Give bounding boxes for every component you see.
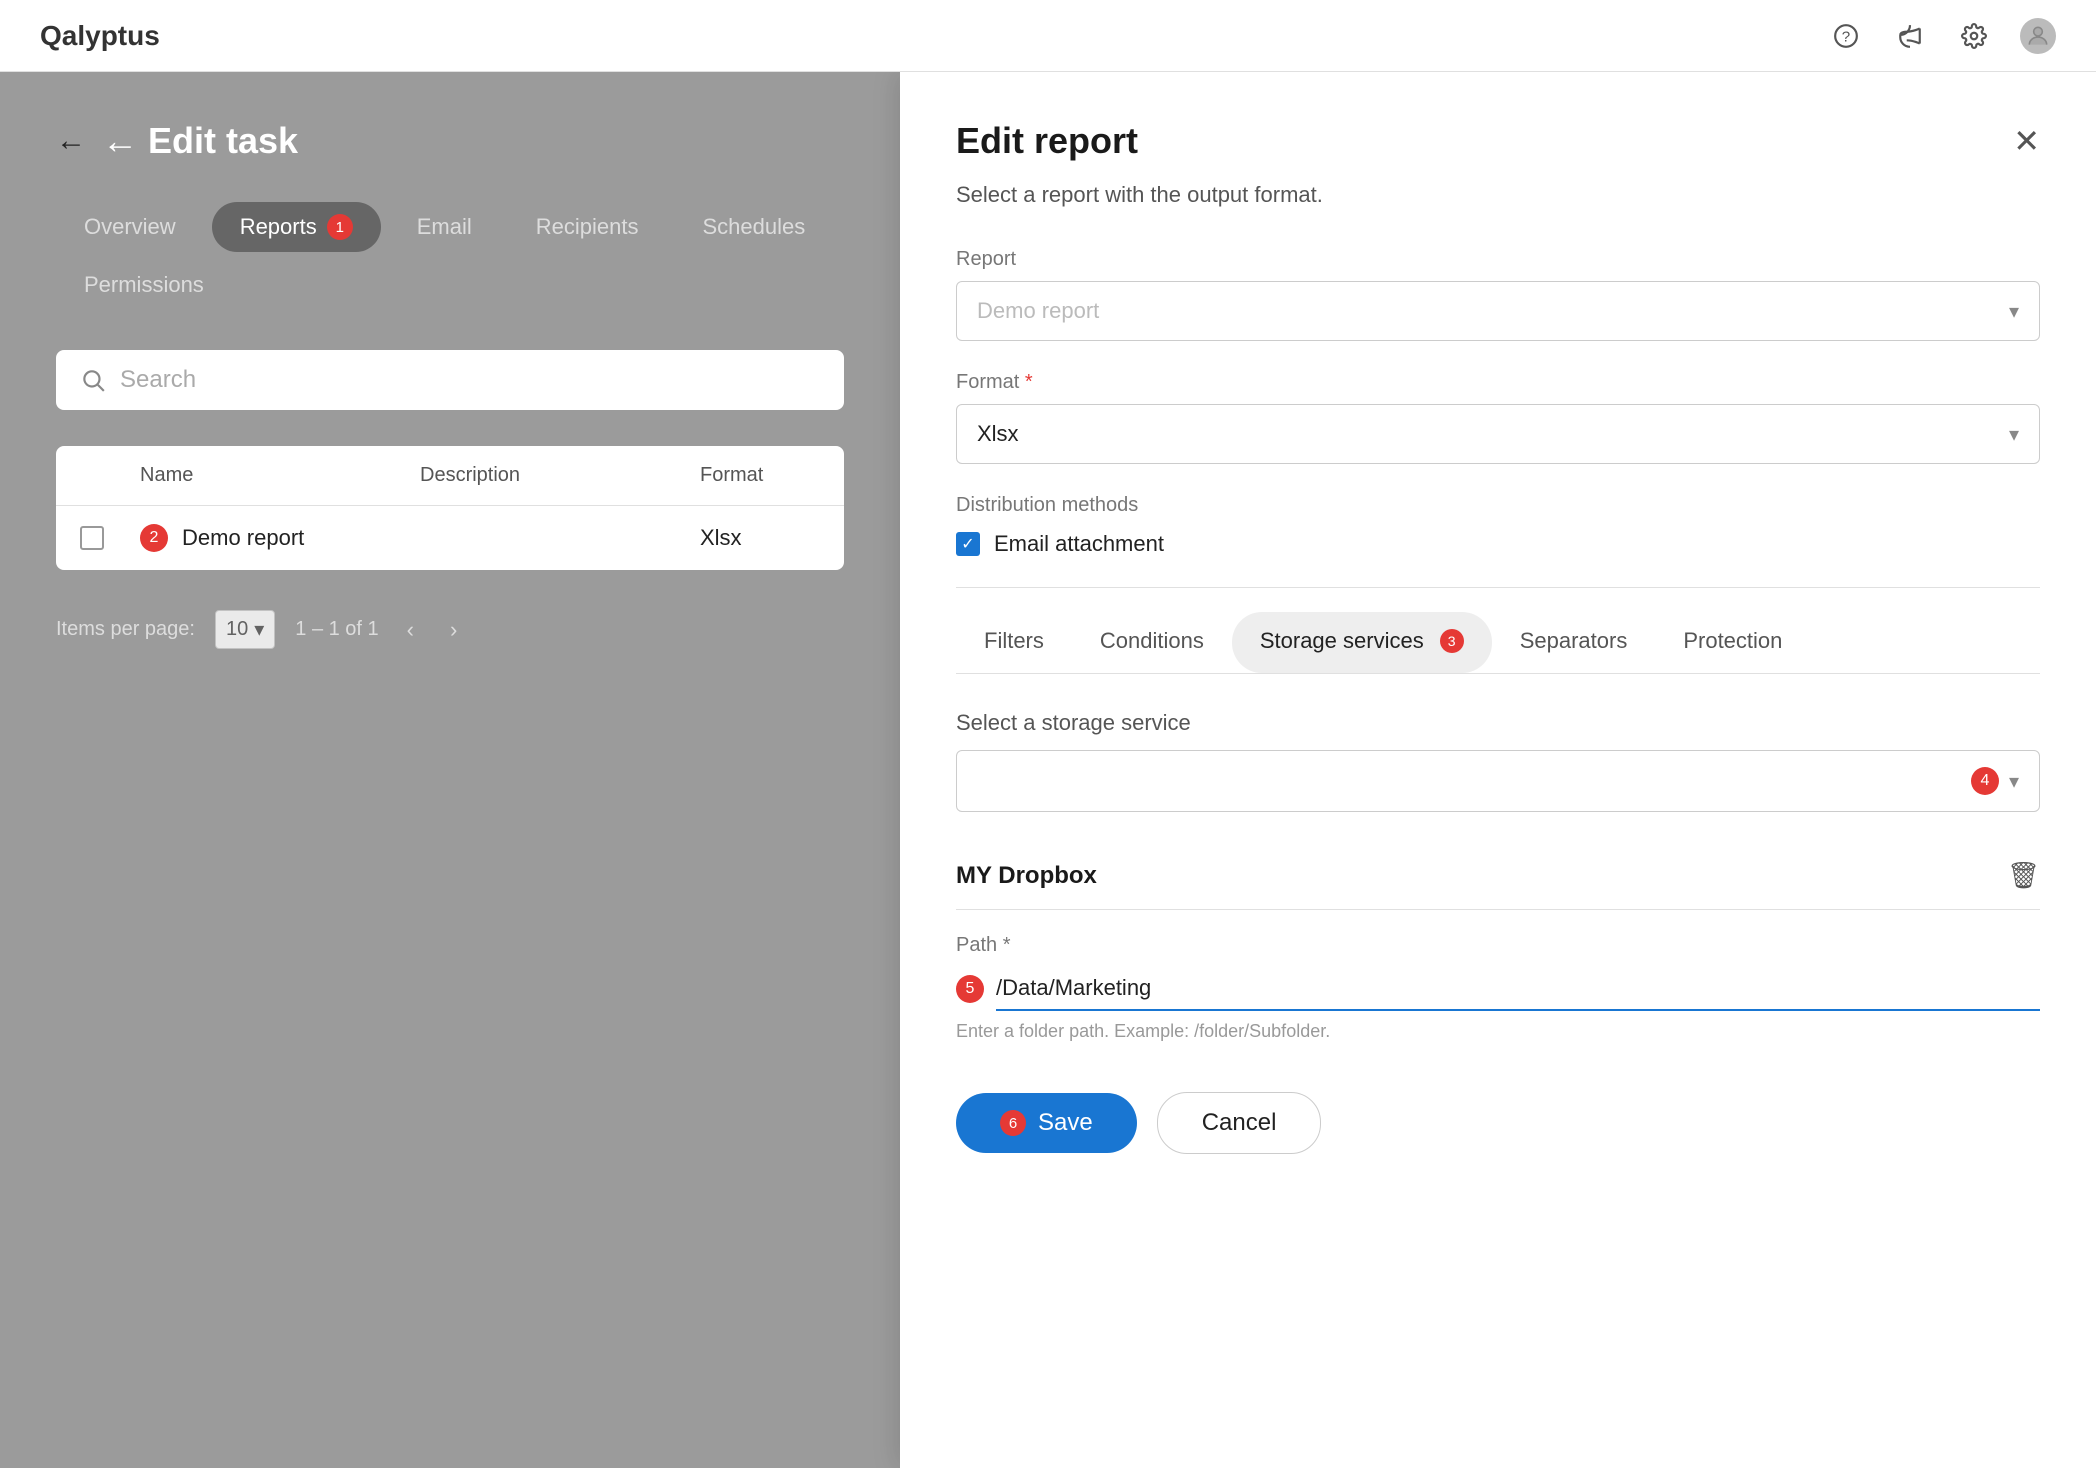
megaphone-icon[interactable] — [1892, 18, 1928, 54]
email-attachment-row: Email attachment — [956, 531, 2040, 557]
tab-storage-label: Storage services — [1260, 628, 1424, 654]
save-button[interactable]: 6 Save — [956, 1093, 1137, 1153]
tab-filters[interactable]: Filters — [956, 612, 1072, 673]
row-name: 2 Demo report — [140, 524, 420, 552]
path-input[interactable] — [996, 967, 2040, 1011]
tab-permissions[interactable]: Permissions — [56, 260, 232, 310]
prev-page-button[interactable]: ‹ — [399, 613, 422, 647]
svg-text:?: ? — [1842, 28, 1850, 45]
next-page-button[interactable]: › — [442, 613, 465, 647]
distribution-label: Distribution methods — [956, 494, 2040, 517]
report-select[interactable]: Demo report ▾ — [956, 281, 2040, 341]
left-panel: ← ← Edit task Overview Reports 1 Email R… — [0, 72, 900, 1468]
format-label: Format — [956, 371, 2040, 394]
delete-storage-icon[interactable]: 🗑 — [2007, 860, 2040, 891]
row-badge: 2 — [140, 524, 168, 552]
path-hint: Enter a folder path. Example: /folder/Su… — [956, 1021, 2040, 1042]
per-page-value: 10 — [226, 618, 248, 641]
col-format: Format — [700, 464, 820, 487]
email-attachment-label: Email attachment — [994, 531, 1164, 557]
format-field: Format Xlsx ▾ — [956, 371, 2040, 464]
save-label: Save — [1038, 1109, 1093, 1137]
tab-overview[interactable]: Overview — [56, 202, 204, 252]
report-label: Report — [956, 248, 2040, 271]
report-select-arrow: ▾ — [2009, 299, 2019, 324]
search-placeholder: Search — [120, 366, 196, 394]
page-info: 1 – 1 of 1 — [295, 618, 378, 641]
table-row: 2 Demo report Xlsx — [56, 506, 844, 570]
storage-select-field: Select a storage service 4 ▾ — [956, 710, 2040, 812]
tab-conditions[interactable]: Conditions — [1072, 612, 1232, 673]
panel-title: Edit report — [956, 120, 1138, 162]
row-format: Xlsx — [700, 525, 820, 551]
tab-storage-badge: 3 — [1440, 629, 1464, 653]
nav-icons: ? — [1828, 18, 2056, 54]
email-attachment-checkbox[interactable] — [956, 532, 980, 556]
storage-select-label: Select a storage service — [956, 710, 2040, 736]
storage-select-arrow: ▾ — [2009, 769, 2019, 794]
storage-item-name: MY Dropbox — [956, 862, 1097, 890]
storage-item: MY Dropbox 🗑 — [956, 842, 2040, 910]
per-page-select[interactable]: 10 ▾ — [215, 610, 275, 649]
path-input-row: 5 — [956, 967, 2040, 1011]
col-name: Name — [140, 464, 420, 487]
panel-header: Edit report ✕ — [956, 120, 2040, 162]
divider — [956, 587, 2040, 588]
format-value: Xlsx — [977, 421, 1019, 447]
report-field: Report Demo report ▾ — [956, 248, 2040, 341]
tab-recipients[interactable]: Recipients — [508, 202, 667, 252]
tab-schedules[interactable]: Schedules — [674, 202, 833, 252]
edit-task-header: ← ← Edit task — [56, 120, 844, 162]
edit-report-panel: Edit report ✕ Select a report with the o… — [900, 72, 2096, 1468]
app-brand: Qalyptus — [40, 20, 160, 52]
tab-email[interactable]: Email — [389, 202, 500, 252]
tab-bar: Overview Reports 1 Email Recipients Sche… — [56, 202, 844, 310]
table-header: Name Description Format — [56, 446, 844, 506]
top-navigation: Qalyptus ? — [0, 0, 2096, 72]
tab-reports-label: Reports — [240, 214, 317, 240]
col-checkbox — [80, 464, 140, 487]
format-select[interactable]: Xlsx ▾ — [956, 404, 2040, 464]
save-badge-6: 6 — [1000, 1110, 1026, 1136]
settings-icon[interactable] — [1956, 18, 1992, 54]
back-button[interactable]: ← — [56, 124, 86, 158]
path-field: Path * 5 Enter a folder path. Example: /… — [956, 934, 2040, 1042]
col-description: Description — [420, 464, 700, 487]
panel-footer: 6 Save Cancel — [956, 1092, 2040, 1154]
path-label: Path * — [956, 934, 2040, 957]
report-placeholder: Demo report — [977, 298, 1099, 324]
tab-protection[interactable]: Protection — [1655, 612, 1810, 673]
cancel-button[interactable]: Cancel — [1157, 1092, 1322, 1154]
search-icon — [80, 367, 106, 393]
pagination: Items per page: 10 ▾ 1 – 1 of 1 ‹ › — [56, 590, 844, 669]
search-bar[interactable]: Search — [56, 350, 844, 410]
tab-storage-services[interactable]: Storage services 3 — [1232, 612, 1492, 673]
tab-reports-badge: 1 — [327, 214, 353, 240]
reports-table: Name Description Format 2 Demo report Xl… — [56, 446, 844, 570]
row-checkbox[interactable] — [80, 526, 140, 550]
panel-subtitle: Select a report with the output format. — [956, 182, 2040, 208]
tab-separators[interactable]: Separators — [1492, 612, 1656, 673]
format-select-arrow: ▾ — [2009, 422, 2019, 447]
page-title: ← Edit task — [102, 120, 298, 162]
distribution-methods: Distribution methods Email attachment — [956, 494, 2040, 557]
help-icon[interactable]: ? — [1828, 18, 1864, 54]
items-per-page-label: Items per page: — [56, 618, 195, 641]
per-page-arrow: ▾ — [254, 617, 264, 642]
filter-tab-bar: Filters Conditions Storage services 3 Se… — [956, 612, 2040, 674]
path-badge-5: 5 — [956, 975, 984, 1003]
tab-reports[interactable]: Reports 1 — [212, 202, 381, 252]
close-button[interactable]: ✕ — [2013, 122, 2040, 160]
storage-select[interactable]: 4 ▾ — [956, 750, 2040, 812]
storage-badge-4: 4 — [1971, 767, 1999, 795]
user-avatar[interactable] — [2020, 18, 2056, 54]
